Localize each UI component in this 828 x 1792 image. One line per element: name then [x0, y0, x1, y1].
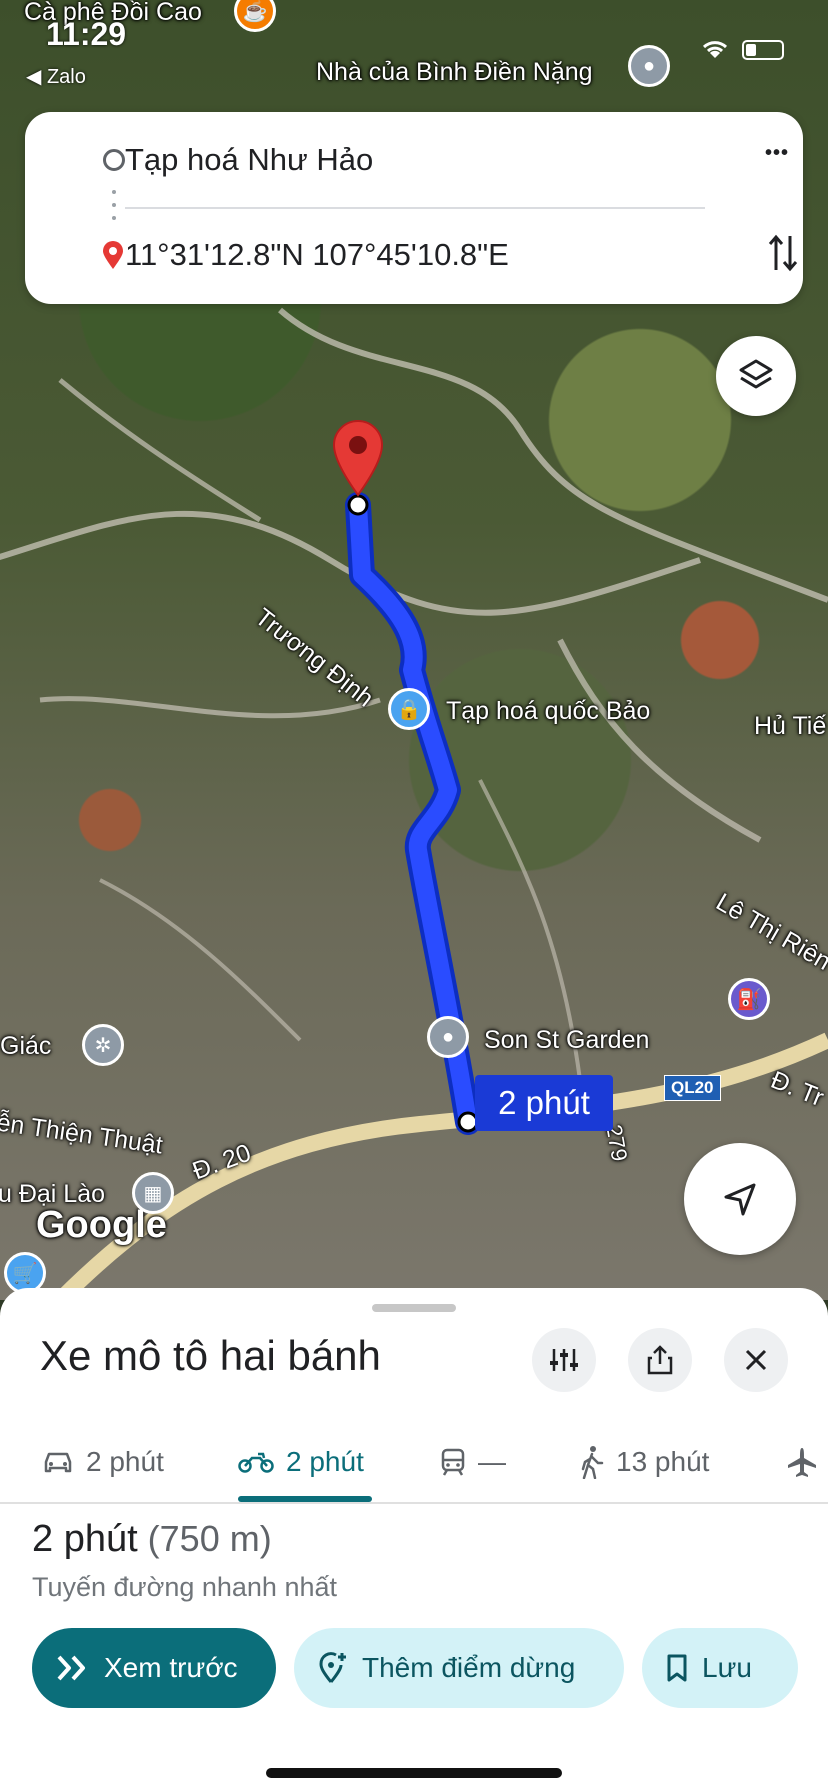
wifi-icon	[700, 38, 730, 65]
walk-icon	[581, 1446, 604, 1479]
layers-icon	[739, 359, 773, 389]
ql20-shield: QL20	[664, 1075, 721, 1101]
tab-motorbike-label: 2 phút	[286, 1446, 364, 1477]
fuel-pin-icon[interactable]: ⛽	[728, 978, 770, 1020]
close-button[interactable]	[724, 1328, 788, 1392]
battery-icon	[742, 40, 784, 60]
home-indicator	[266, 1768, 562, 1778]
navigation-arrow-icon	[724, 1183, 756, 1216]
preview-button[interactable]: Xem trước	[32, 1628, 276, 1708]
route-summary: 2 phút (750 m)	[32, 1518, 272, 1561]
bookmark-icon	[667, 1654, 687, 1682]
tab-motorbike[interactable]: 2 phút	[238, 1422, 364, 1502]
tab-flight[interactable]	[786, 1422, 818, 1502]
car-icon	[44, 1452, 72, 1473]
train-icon	[441, 1448, 465, 1476]
map-label-hu-tieu[interactable]: Hủ Tiế	[754, 712, 826, 741]
sheet-title: Xe mô tô hai bánh	[40, 1332, 381, 1379]
tab-car[interactable]: 2 phút	[42, 1422, 164, 1502]
more-options-icon[interactable]: •••	[765, 142, 789, 165]
tab-car-label: 2 phút	[86, 1446, 164, 1477]
tune-icon	[550, 1349, 578, 1371]
swap-directions-icon[interactable]	[767, 232, 799, 279]
destination-pin-icon	[101, 240, 125, 275]
place-pin-icon[interactable]: ●	[427, 1016, 469, 1058]
flight-icon	[788, 1448, 816, 1477]
route-subtitle: Tuyến đường nhanh nhất	[32, 1572, 338, 1602]
house-pin-icon[interactable]: ●	[628, 45, 670, 87]
origin-field[interactable]: Tạp hoá Như Hảo	[125, 142, 373, 178]
directions-sheet: Xe mô tô hai bánh 2 phút 2 phút — 13 phú…	[0, 1288, 828, 1792]
preview-label: Xem trước	[104, 1652, 238, 1683]
back-app-label: Zalo	[46, 66, 86, 88]
map-label-garden[interactable]: Son St Garden	[484, 1026, 649, 1055]
origin-circle-icon	[103, 149, 125, 171]
map-label-shop[interactable]: Tạp hoá quốc Bảo	[446, 697, 650, 726]
tab-transit[interactable]: —	[440, 1422, 506, 1502]
motorbike-icon	[238, 1452, 274, 1473]
add-location-icon	[319, 1652, 346, 1683]
share-button[interactable]	[628, 1328, 692, 1392]
status-time: 11:29	[46, 16, 127, 52]
route-dots-icon	[112, 190, 116, 224]
add-stop-button[interactable]: Thêm điểm dừng	[294, 1628, 624, 1708]
destination-field[interactable]: 11°31'12.8"N 107°45'10.8"E	[125, 237, 509, 273]
route-options-button[interactable]	[532, 1328, 596, 1392]
active-tab-indicator	[238, 1496, 372, 1502]
route-duration: 2 phút	[32, 1518, 138, 1560]
recenter-button[interactable]	[684, 1143, 796, 1255]
travel-mode-tabs: 2 phút 2 phút — 13 phút	[0, 1422, 828, 1504]
tab-transit-label: —	[478, 1446, 506, 1477]
route-divider	[125, 207, 705, 209]
route-card: Tạp hoá Như Hảo 11°31'12.8"N 107°45'10.8…	[25, 112, 803, 304]
route-distance: (750 m)	[147, 1518, 272, 1559]
tab-walk[interactable]: 13 phút	[578, 1422, 709, 1502]
route-time-chip[interactable]: 2 phút	[475, 1075, 613, 1131]
add-stop-label: Thêm điểm dừng	[362, 1652, 576, 1683]
close-icon	[745, 1349, 767, 1371]
map-label-giac[interactable]: Giác	[0, 1032, 51, 1061]
layers-button[interactable]	[716, 336, 796, 416]
save-label: Lưu	[702, 1652, 752, 1683]
worship-pin-icon[interactable]: ▦	[132, 1172, 174, 1214]
share-icon	[647, 1345, 673, 1375]
temple-pin-icon[interactable]: ✲	[82, 1024, 124, 1066]
back-to-app[interactable]: ◀ Zalo	[26, 64, 86, 89]
shop-pin-icon[interactable]: 🔒	[388, 688, 430, 730]
map-label-house[interactable]: Nhà của Bình Điền Nặng	[316, 58, 593, 87]
save-button[interactable]: Lưu	[642, 1628, 798, 1708]
double-chevron-icon	[57, 1655, 85, 1681]
tab-walk-label: 13 phút	[616, 1446, 710, 1477]
sheet-drag-handle[interactable]	[372, 1304, 456, 1312]
